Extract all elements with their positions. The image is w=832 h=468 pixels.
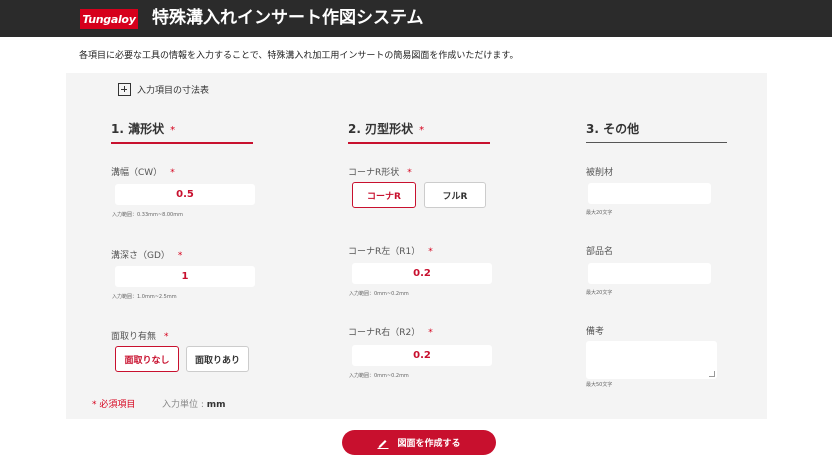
work-material-hint: 最大20文字 <box>586 210 613 216</box>
section-title-text: 2. 刃型形状 <box>348 122 414 136</box>
part-name-hint: 最大20文字 <box>586 290 613 296</box>
required-mark: * <box>428 328 433 338</box>
remarks-label: 備考 <box>586 327 605 337</box>
section-groove-shape-title: 1. 溝形状 * <box>111 120 175 137</box>
work-material-input[interactable] <box>588 183 711 204</box>
page-title: 特殊溝入れインサート作図システム <box>152 8 424 28</box>
corner-shape-label: コーナR形状 * <box>348 165 412 178</box>
full-r-button[interactable]: フルR <box>424 182 486 208</box>
required-legend: * 必須項目 <box>92 400 136 410</box>
required-mark: * <box>407 168 412 178</box>
chamfer-none-button[interactable]: 面取りなし <box>115 346 179 372</box>
groove-width-input[interactable]: 0.5 <box>115 184 255 205</box>
label-text: 溝幅（CW） <box>111 168 163 178</box>
required-mark: * <box>164 332 169 342</box>
section-divider <box>111 142 253 144</box>
unit-value: mm <box>206 400 226 410</box>
section-title-text: 1. 溝形状 <box>111 122 165 136</box>
create-drawing-label: 図面を作成する <box>397 439 461 449</box>
pencil-icon <box>377 439 389 449</box>
groove-depth-input[interactable]: 1 <box>115 266 255 287</box>
required-mark: * <box>177 251 183 261</box>
part-name-input[interactable] <box>588 263 711 284</box>
chamfer-yes-button[interactable]: 面取りあり <box>186 346 249 372</box>
corner-left-hint: 入力範囲：0mm~0.2mm <box>349 291 409 297</box>
groove-width-label: 溝幅（CW） * <box>111 165 175 178</box>
tungaloy-logo[interactable]: Tungaloy <box>80 9 138 29</box>
resize-grip-icon[interactable] <box>709 371 715 377</box>
remarks-textarea[interactable] <box>586 341 717 379</box>
section-blade-shape-title: 2. 刃型形状 * <box>348 120 424 137</box>
corner-r-button[interactable]: コーナR <box>352 182 416 208</box>
required-mark: * <box>428 247 433 257</box>
dimension-table-toggle[interactable]: 入力項目の寸法表 <box>118 83 209 96</box>
corner-right-input[interactable]: 0.2 <box>352 345 492 366</box>
label-text: コーナR左（R1） <box>348 247 421 257</box>
create-drawing-button[interactable]: 図面を作成する <box>342 430 496 455</box>
section-other-title: 3. その他 <box>586 120 639 137</box>
part-name-label: 部品名 <box>586 247 614 257</box>
section-title-text: 3. その他 <box>586 122 640 136</box>
groove-width-hint: 入力範囲：0.33mm~8.00mm <box>112 212 183 218</box>
section-divider <box>348 142 490 144</box>
dimension-table-label: 入力項目の寸法表 <box>137 86 210 96</box>
label-text: コーナR形状 <box>348 168 400 178</box>
groove-depth-hint: 入力範囲：1.0mm~2.5mm <box>112 294 177 300</box>
chamfer-label: 面取り有無 * <box>111 329 169 342</box>
required-mark: * <box>170 168 175 178</box>
corner-right-hint: 入力範囲：0mm~0.2mm <box>349 373 409 379</box>
unit-label: 入力単位 : <box>162 400 207 410</box>
remarks-hint: 最大50文字 <box>586 382 613 388</box>
label-text: コーナR右（R2） <box>348 328 421 338</box>
intro-text: 各項目に必要な工具の情報を入力することで、特殊溝入れ加工用インサートの簡易図面を… <box>79 51 519 61</box>
label-text: 面取り有無 <box>111 332 157 342</box>
groove-depth-label: 溝深さ（GD） * <box>111 248 182 261</box>
label-text: 溝深さ（GD） <box>111 251 170 261</box>
unit-legend: 入力単位 : mm <box>162 397 226 410</box>
corner-left-input[interactable]: 0.2 <box>352 263 492 284</box>
required-mark: * <box>170 125 176 136</box>
app-header: Tungaloy 特殊溝入れインサート作図システム <box>0 0 832 37</box>
corner-right-label: コーナR右（R2） * <box>348 325 433 338</box>
corner-left-label: コーナR左（R1） * <box>348 244 433 257</box>
required-mark: * <box>419 125 425 136</box>
plus-square-icon <box>118 83 131 96</box>
section-divider <box>586 142 727 143</box>
work-material-label: 被削材 <box>586 168 614 178</box>
